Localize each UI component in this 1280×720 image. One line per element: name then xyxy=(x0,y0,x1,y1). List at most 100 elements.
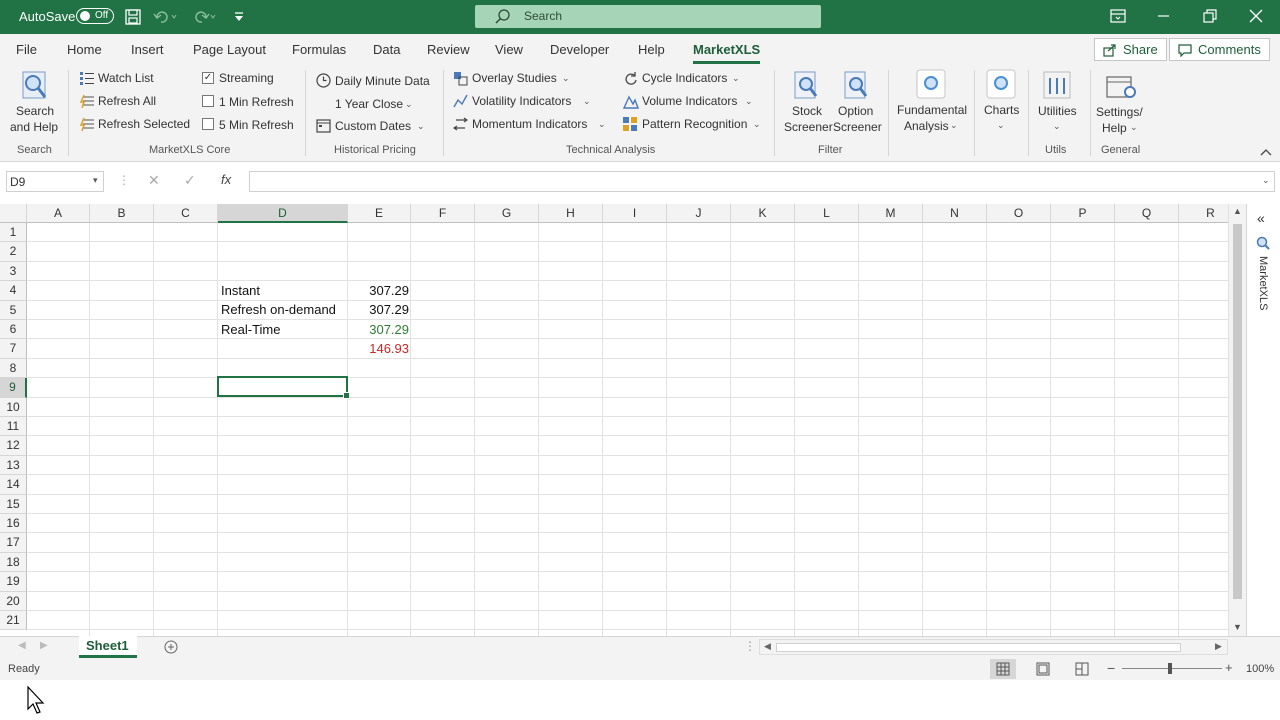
one-min-refresh-checkbox[interactable] xyxy=(202,95,214,107)
restore-icon[interactable] xyxy=(1203,9,1217,23)
search-and-help-label-2[interactable]: and Help xyxy=(10,120,58,134)
column-header-g[interactable]: G xyxy=(475,204,539,223)
search-icon[interactable] xyxy=(1256,236,1270,250)
cancel-icon[interactable]: ✕ xyxy=(148,172,160,189)
refresh-all-button[interactable]: Refresh All xyxy=(98,94,156,108)
tab-help[interactable]: Help xyxy=(638,42,665,57)
collapse-ribbon-icon[interactable] xyxy=(1260,148,1272,156)
column-header-k[interactable]: K xyxy=(731,204,795,223)
cell-d5[interactable]: Refresh on-demand xyxy=(221,302,336,317)
save-icon[interactable] xyxy=(125,9,141,25)
page-break-view-icon[interactable] xyxy=(1075,662,1089,676)
scroll-thumb[interactable] xyxy=(1233,224,1242,599)
cell-e7[interactable]: 146.93 xyxy=(349,341,409,356)
cell-d6[interactable]: Real-Time xyxy=(221,322,280,337)
watch-list-button[interactable]: Watch List xyxy=(98,71,154,85)
tab-insert[interactable]: Insert xyxy=(131,42,164,57)
cell-e6[interactable]: 307.29 xyxy=(349,322,409,337)
option-screener-label-1[interactable]: Option xyxy=(838,104,873,118)
cell-e4[interactable]: 307.29 xyxy=(349,283,409,298)
row-header-16[interactable]: 16 xyxy=(0,514,27,534)
h-scroll-thumb[interactable] xyxy=(776,643,1181,652)
vertical-scrollbar[interactable]: ▲ ▼ xyxy=(1228,204,1246,636)
row-header-10[interactable]: 10 xyxy=(0,397,27,417)
autosave-toggle[interactable]: Off xyxy=(76,8,114,24)
volatility-indicators-button[interactable]: Volatility Indicators xyxy=(472,94,571,108)
select-all-corner[interactable] xyxy=(0,204,27,223)
tab-formulas[interactable]: Formulas xyxy=(292,42,346,57)
row-header-18[interactable]: 18 xyxy=(0,552,27,573)
page-layout-view-icon[interactable] xyxy=(1036,662,1050,676)
refresh-selected-button[interactable]: Refresh Selected xyxy=(98,117,190,131)
redo-icon[interactable] xyxy=(192,9,218,25)
daily-minute-data-button[interactable]: Daily Minute Data xyxy=(335,74,430,88)
row-header-6[interactable]: 6 xyxy=(0,320,27,340)
row-header-4[interactable]: 4 xyxy=(0,281,27,301)
one-year-close-button[interactable]: 1 Year Close xyxy=(335,97,403,111)
prev-sheet-icon[interactable]: ◀ xyxy=(18,640,26,651)
expand-formula-icon[interactable]: ⌄ xyxy=(1262,175,1270,186)
row-header-2[interactable]: 2 xyxy=(0,242,27,262)
row-header-9[interactable]: 9 xyxy=(0,378,27,398)
zoom-slider-track[interactable] xyxy=(1122,668,1222,669)
scroll-up-icon[interactable]: ▲ xyxy=(1233,206,1242,216)
streaming-checkbox[interactable]: ✓ xyxy=(202,72,214,84)
sheet-tab-sheet1[interactable]: Sheet1 xyxy=(79,636,137,658)
formula-input[interactable] xyxy=(249,171,1275,192)
column-header-c[interactable]: C xyxy=(154,204,218,223)
normal-view-button[interactable] xyxy=(990,659,1016,679)
minimize-icon[interactable] xyxy=(1157,10,1171,22)
tab-review[interactable]: Review xyxy=(427,42,470,57)
row-header-21[interactable]: 21 xyxy=(0,611,27,631)
next-sheet-icon[interactable]: ▶ xyxy=(40,640,48,651)
insert-function-icon[interactable]: fx xyxy=(221,172,231,187)
column-header-d[interactable]: D xyxy=(218,204,348,223)
row-header-20[interactable]: 20 xyxy=(0,591,27,611)
volume-indicators-button[interactable]: Volume Indicators xyxy=(642,94,737,108)
five-min-refresh-checkbox[interactable] xyxy=(202,118,214,130)
tab-file[interactable]: File xyxy=(16,42,37,57)
tab-developer[interactable]: Developer xyxy=(550,42,609,57)
row-header-12[interactable]: 12 xyxy=(0,436,27,456)
column-header-m[interactable]: M xyxy=(859,204,923,223)
tab-data[interactable]: Data xyxy=(373,42,400,57)
tab-view[interactable]: View xyxy=(495,42,523,57)
zoom-slider-thumb[interactable] xyxy=(1168,663,1172,674)
comments-button[interactable]: Comments xyxy=(1169,38,1270,61)
scroll-left-icon[interactable]: ◀ xyxy=(764,641,771,652)
zoom-out-icon[interactable]: − xyxy=(1107,660,1115,676)
cycle-indicators-button[interactable]: Cycle Indicators xyxy=(642,71,727,85)
search-and-help-label-1[interactable]: Search xyxy=(16,104,54,118)
row-header-7[interactable]: 7 xyxy=(0,339,27,359)
tab-page-layout[interactable]: Page Layout xyxy=(193,42,266,57)
column-header-b[interactable]: B xyxy=(90,204,154,223)
settings-help-label-2[interactable]: Help xyxy=(1102,121,1127,135)
zoom-in-icon[interactable]: + xyxy=(1225,660,1233,675)
column-header-i[interactable]: I xyxy=(603,204,667,223)
row-header-5[interactable]: 5 xyxy=(0,300,27,320)
column-header-p[interactable]: P xyxy=(1051,204,1115,223)
scroll-right-icon[interactable]: ▶ xyxy=(1215,641,1222,652)
search-box[interactable]: Search xyxy=(475,5,821,28)
undo-icon[interactable] xyxy=(153,9,179,25)
settings-help-label-1[interactable]: Settings/ xyxy=(1096,105,1143,119)
row-header-13[interactable]: 13 xyxy=(0,455,27,476)
row-header-1[interactable]: 1 xyxy=(0,223,27,243)
row-header-19[interactable]: 19 xyxy=(0,572,27,592)
customize-quick-access-icon[interactable] xyxy=(233,11,245,23)
column-header-h[interactable]: H xyxy=(539,204,603,223)
overlay-studies-button[interactable]: Overlay Studies xyxy=(472,71,557,85)
add-sheet-icon[interactable] xyxy=(164,640,178,654)
share-button[interactable]: Share xyxy=(1094,38,1167,61)
fundamental-analysis-label-1[interactable]: Fundamental xyxy=(897,103,967,117)
row-header-15[interactable]: 15 xyxy=(0,494,27,514)
tab-marketxls[interactable]: MarketXLS xyxy=(693,42,761,64)
row-header-11[interactable]: 11 xyxy=(0,417,27,437)
custom-dates-button[interactable]: Custom Dates xyxy=(335,119,411,133)
momentum-indicators-button[interactable]: Momentum Indicators xyxy=(472,117,587,131)
side-pane-label[interactable]: MarketXLS xyxy=(1257,256,1269,310)
pattern-recognition-button[interactable]: Pattern Recognition xyxy=(642,117,747,131)
selected-cell[interactable] xyxy=(217,376,350,399)
column-header-j[interactable]: J xyxy=(667,204,731,223)
scroll-down-icon[interactable]: ▼ xyxy=(1233,622,1242,632)
